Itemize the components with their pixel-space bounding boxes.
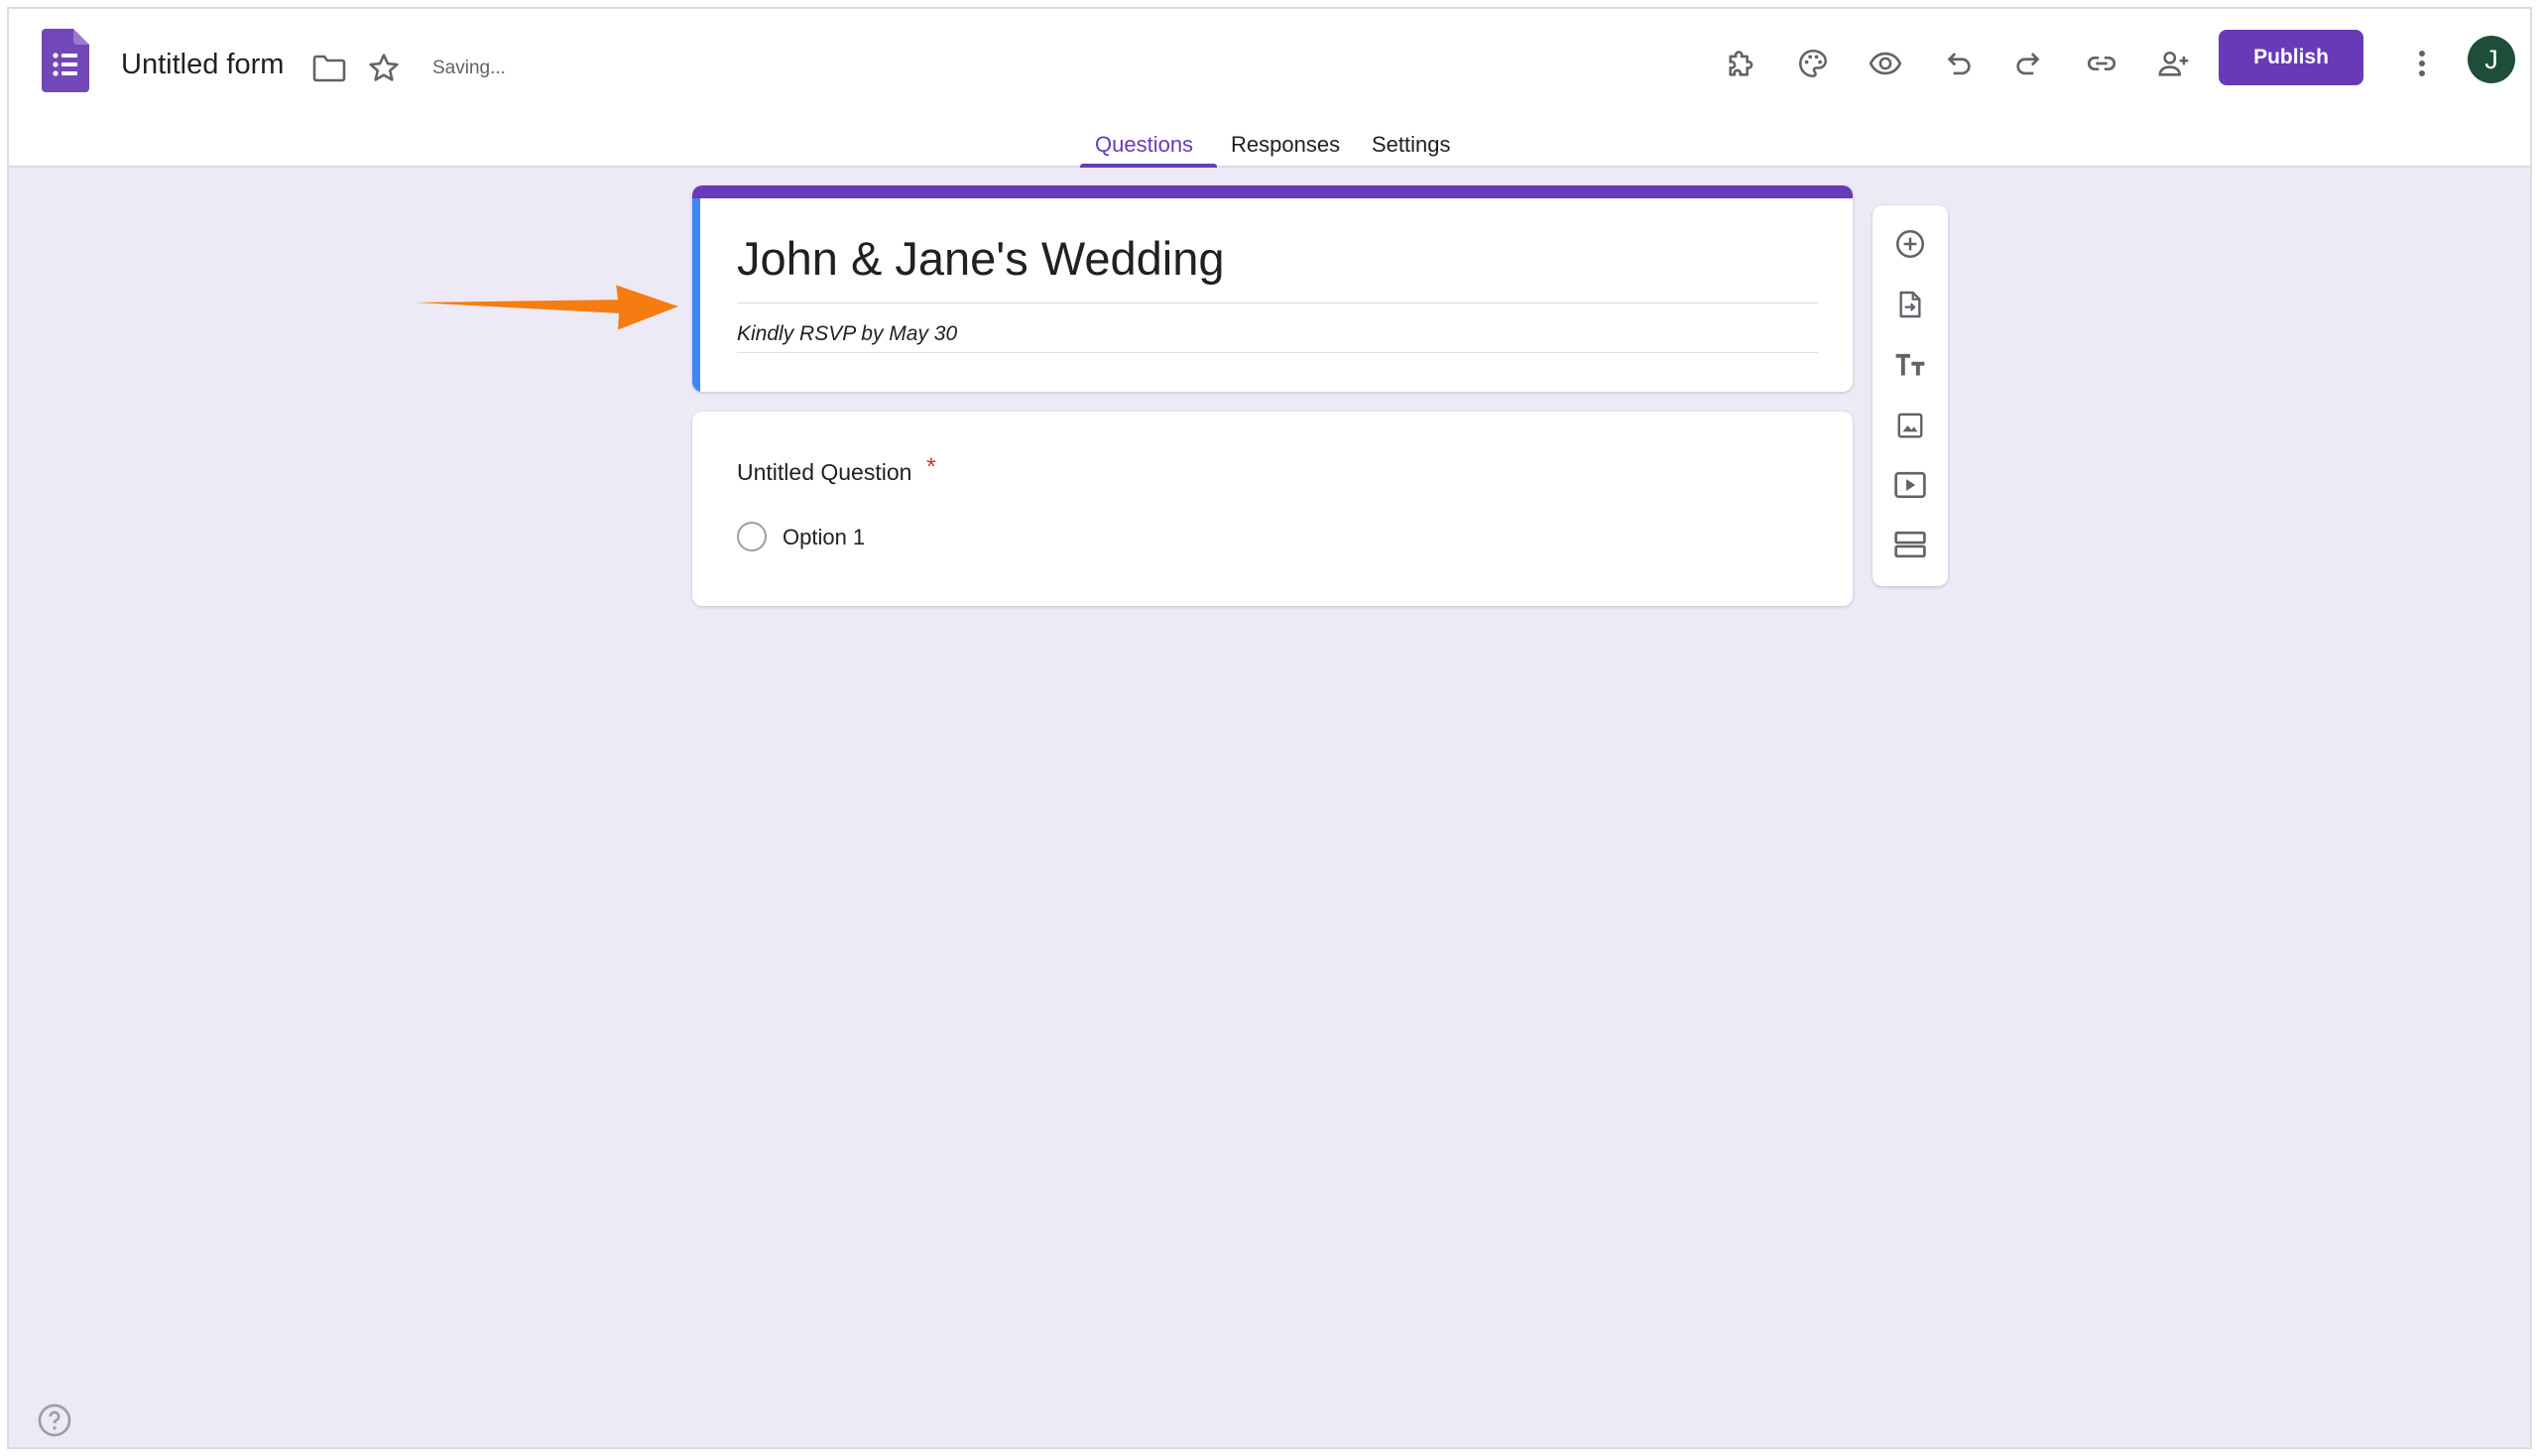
import-questions-icon[interactable] bbox=[1886, 281, 1934, 328]
question-card[interactable]: Untitled Question * Option 1 bbox=[692, 412, 1853, 606]
selected-card-indicator bbox=[692, 198, 700, 392]
addons-icon[interactable] bbox=[1720, 42, 1763, 85]
option-label[interactable]: Option 1 bbox=[783, 525, 865, 550]
option-radio[interactable] bbox=[737, 522, 767, 551]
form-description[interactable]: Kindly RSVP by May 30 bbox=[737, 322, 957, 346]
document-title[interactable]: Untitled form bbox=[121, 49, 284, 81]
form-canvas: John & Jane's Wedding Kindly RSVP by May… bbox=[9, 168, 2530, 1447]
annotation-arrow-icon bbox=[415, 285, 678, 330]
more-vert-icon[interactable] bbox=[2400, 42, 2444, 85]
forms-logo-icon[interactable] bbox=[42, 29, 89, 92]
form-title[interactable]: John & Jane's Wedding bbox=[737, 231, 1224, 286]
preview-eye-icon[interactable] bbox=[1864, 42, 1907, 85]
add-image-icon[interactable] bbox=[1886, 402, 1934, 449]
add-question-icon[interactable] bbox=[1886, 220, 1934, 268]
star-icon[interactable] bbox=[362, 47, 406, 90]
tab-bar: Questions Responses Settings bbox=[9, 112, 2530, 169]
save-status: Saving... bbox=[432, 58, 506, 78]
palette-icon[interactable] bbox=[1791, 42, 1835, 85]
form-title-card[interactable]: John & Jane's Wedding Kindly RSVP by May… bbox=[692, 185, 1853, 392]
add-section-icon[interactable] bbox=[1886, 521, 1934, 568]
link-icon[interactable] bbox=[2080, 42, 2123, 85]
publish-button[interactable]: Publish bbox=[2219, 30, 2363, 85]
folder-icon[interactable] bbox=[307, 47, 351, 90]
avatar[interactable]: J bbox=[2468, 36, 2515, 83]
redo-icon[interactable] bbox=[2007, 42, 2051, 85]
help-icon[interactable] bbox=[37, 1402, 72, 1438]
add-video-icon[interactable] bbox=[1886, 461, 1934, 509]
add-title-icon[interactable] bbox=[1886, 341, 1934, 389]
question-title[interactable]: Untitled Question bbox=[737, 459, 911, 486]
undo-icon[interactable] bbox=[1936, 42, 1980, 85]
add-collaborator-icon[interactable] bbox=[2152, 42, 2196, 85]
tab-settings[interactable]: Settings bbox=[1372, 132, 1451, 158]
floating-toolbar bbox=[1873, 205, 1948, 586]
required-asterisk: * bbox=[926, 453, 936, 481]
tab-questions[interactable]: Questions bbox=[1095, 132, 1193, 158]
tab-responses[interactable]: Responses bbox=[1231, 132, 1340, 158]
description-underline bbox=[737, 352, 1818, 353]
top-header: Untitled form Saving... Publish J Questi… bbox=[9, 9, 2530, 169]
theme-accent-bar bbox=[692, 185, 1853, 198]
app-window: Untitled form Saving... Publish J Questi… bbox=[7, 7, 2532, 1449]
